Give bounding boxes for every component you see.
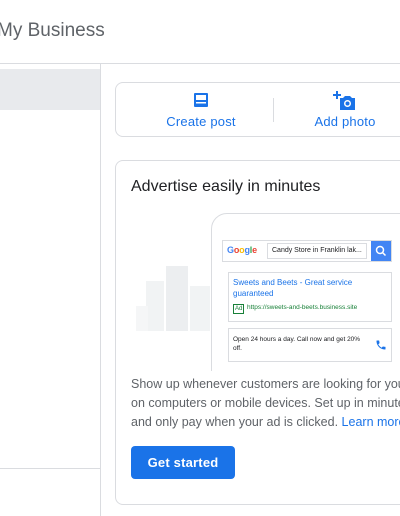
add-photo-icon <box>290 91 400 111</box>
sidebar-item-selected[interactable] <box>0 69 100 110</box>
search-bar-preview: Google Candy Store in Franklin lak... <box>222 240 392 262</box>
create-post-label: Create post <box>166 114 236 129</box>
app-header: My Business <box>0 0 400 64</box>
create-post-icon <box>146 91 256 111</box>
ad-preview-illustration: Google Candy Store in Franklin lak... Sw… <box>116 211 400 371</box>
add-photo-label: Add photo <box>314 114 376 129</box>
ad-info-text: Open 24 hours a day. Call now and get 20… <box>233 336 361 352</box>
google-logo: Google <box>227 245 257 255</box>
action-divider <box>273 98 274 122</box>
phone-icon <box>376 340 386 350</box>
search-icon <box>375 245 387 257</box>
ad-result-url: https://sweets-and-beets.business.site <box>247 304 358 311</box>
ad-result-title: Sweets and Beets - Great service guarant… <box>233 278 353 298</box>
learn-more-link[interactable]: Learn more <box>342 415 400 429</box>
advertise-card: Advertise easily in minutes Google Candy… <box>115 160 400 505</box>
ad-badge: Ad <box>233 304 245 314</box>
advertise-card-title: Advertise easily in minutes <box>131 178 321 195</box>
sidebar-divider <box>0 468 100 469</box>
quick-actions-card: Create post Add photo <box>115 82 400 137</box>
search-button-preview <box>371 241 391 261</box>
get-started-button[interactable]: Get started <box>131 446 235 479</box>
advertise-description: Show up whenever customers are looking f… <box>131 375 400 432</box>
add-photo-button[interactable]: Add photo <box>290 91 400 131</box>
create-post-button[interactable]: Create post <box>146 91 256 131</box>
app-title: My Business <box>0 20 105 41</box>
search-field-preview: Candy Store in Franklin lak... <box>267 243 367 259</box>
ad-info-preview: Open 24 hours a day. Call now and get 20… <box>228 328 392 362</box>
sidebar <box>0 64 101 516</box>
main-content: Create post Add photo Advertise easily i… <box>101 64 400 516</box>
ad-result-preview: Sweets and Beets - Great service guarant… <box>228 272 392 322</box>
phone-mockup: Google Candy Store in Franklin lak... Sw… <box>211 213 400 371</box>
